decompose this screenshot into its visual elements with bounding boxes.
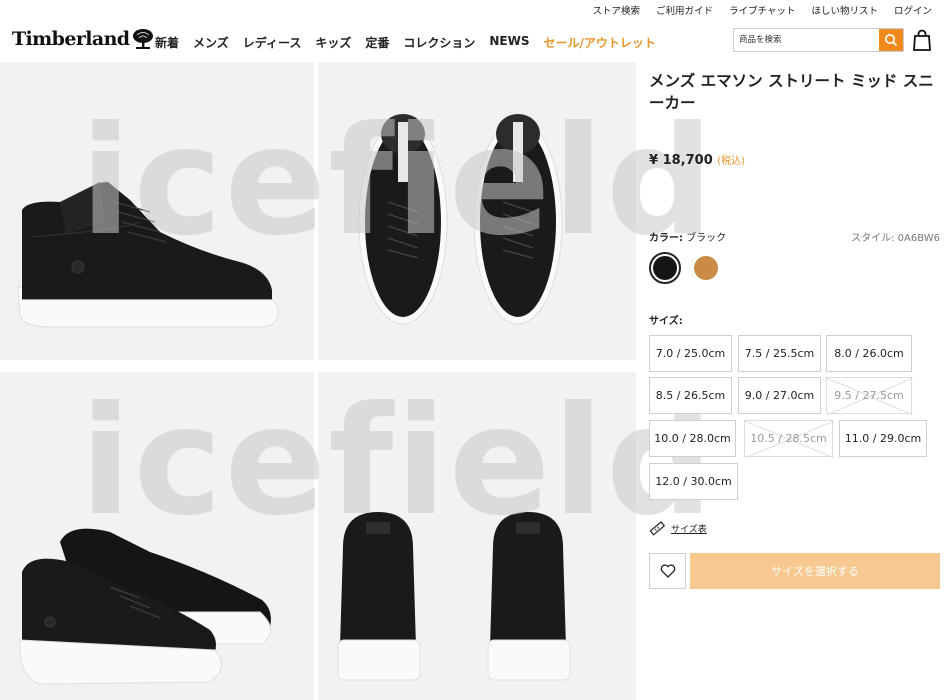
color-value: ブラック [686, 233, 727, 244]
size-option[interactable]: 12.0 / 30.0cm [649, 463, 738, 500]
search-box [733, 28, 904, 52]
product-image-side[interactable] [0, 62, 314, 360]
product-page: ストア検索 ご利用ガイド ライブチャット ほしい物リスト ログイン Timber… [0, 0, 950, 700]
size-option[interactable]: 11.0 / 29.0cm [839, 420, 927, 457]
logo-text: Timberland [12, 28, 130, 50]
color-swatch-black[interactable] [649, 252, 681, 284]
shopping-bag-icon[interactable] [911, 28, 933, 52]
nav-mens[interactable]: メンズ [193, 34, 229, 51]
size-option[interactable]: 7.0 / 25.0cm [649, 335, 732, 372]
nav-news[interactable]: NEWS [489, 34, 529, 51]
shoe-side-image [17, 182, 279, 328]
product-title: メンズ エマソン ストリート ミッド スニーカー [649, 72, 934, 112]
store-search-link[interactable]: ストア検索 [593, 3, 641, 17]
search-input[interactable] [734, 29, 880, 51]
color-swatch-wheat[interactable] [690, 252, 722, 284]
nav-kids[interactable]: キッズ [315, 34, 351, 51]
product-image-pair[interactable] [0, 372, 314, 700]
product-image-top[interactable] [318, 62, 636, 360]
utility-bar: ストア検索 ご利用ガイド ライブチャット ほしい物リスト ログイン [593, 0, 950, 20]
tree-logo-icon [133, 29, 154, 49]
size-option[interactable]: 9.0 / 27.0cm [738, 377, 821, 414]
swatch-black-fill [653, 256, 677, 280]
logo[interactable]: Timberland [12, 28, 154, 50]
size-label-text: 10.5 / 28.5cm [750, 432, 827, 445]
main-nav: 新着 メンズ レディース キッズ 定番 コレクション NEWS セール/アウトレ… [155, 34, 656, 51]
size-option[interactable]: 8.5 / 26.5cm [649, 377, 732, 414]
color-label-title: カラー: [649, 233, 683, 244]
nav-classics[interactable]: 定番 [365, 34, 389, 51]
price-value: ¥ 18,700 [649, 153, 713, 168]
search-icon [885, 34, 898, 47]
shoe-pair-image [19, 528, 271, 685]
nav-womens[interactable]: レディース [243, 34, 302, 51]
size-option-unavailable: 10.5 / 28.5cm [744, 420, 834, 458]
live-chat-link[interactable]: ライブチャット [729, 3, 795, 17]
size-option-unavailable: 9.5 / 27.5cm [826, 377, 913, 415]
nav-sale[interactable]: セール/アウトレット [544, 34, 656, 51]
search-button[interactable] [879, 29, 903, 51]
product-gallery [0, 62, 636, 700]
style-code: スタイル: 0A6BW6 [851, 233, 940, 244]
product-image-back[interactable] [318, 372, 636, 700]
tax-label: (税込) [717, 156, 746, 167]
shoe-top-image [358, 114, 563, 325]
size-chart-link[interactable]: サイズ表 [649, 520, 707, 536]
wishlist-button[interactable] [649, 553, 686, 589]
nav-new[interactable]: 新着 [155, 34, 179, 51]
size-option[interactable]: 10.0 / 28.0cm [649, 420, 736, 457]
wishlist-link[interactable]: ほしい物リスト [811, 3, 878, 17]
size-option[interactable]: 7.5 / 25.5cm [738, 335, 821, 372]
header: Timberland 新着 メンズ レディース キッズ 定番 コレクション NE… [0, 20, 950, 62]
heart-icon [660, 564, 675, 578]
swatch-wheat-fill [694, 256, 718, 280]
color-label: カラー: ブラック [649, 229, 726, 244]
price: ¥ 18,700 (税込) [649, 152, 745, 168]
nav-collection[interactable]: コレクション [403, 34, 475, 51]
guide-link[interactable]: ご利用ガイド [656, 3, 713, 17]
size-label-text: 9.5 / 27.5cm [834, 389, 904, 402]
size-chart-label: サイズ表 [671, 524, 707, 535]
login-link[interactable]: ログイン [894, 3, 932, 17]
size-option[interactable]: 8.0 / 26.0cm [826, 335, 912, 372]
size-label: サイズ: [649, 316, 683, 327]
shoe-back-image [337, 512, 571, 681]
select-size-button[interactable]: サイズを選択する [690, 553, 940, 589]
ruler-icon [649, 521, 665, 536]
